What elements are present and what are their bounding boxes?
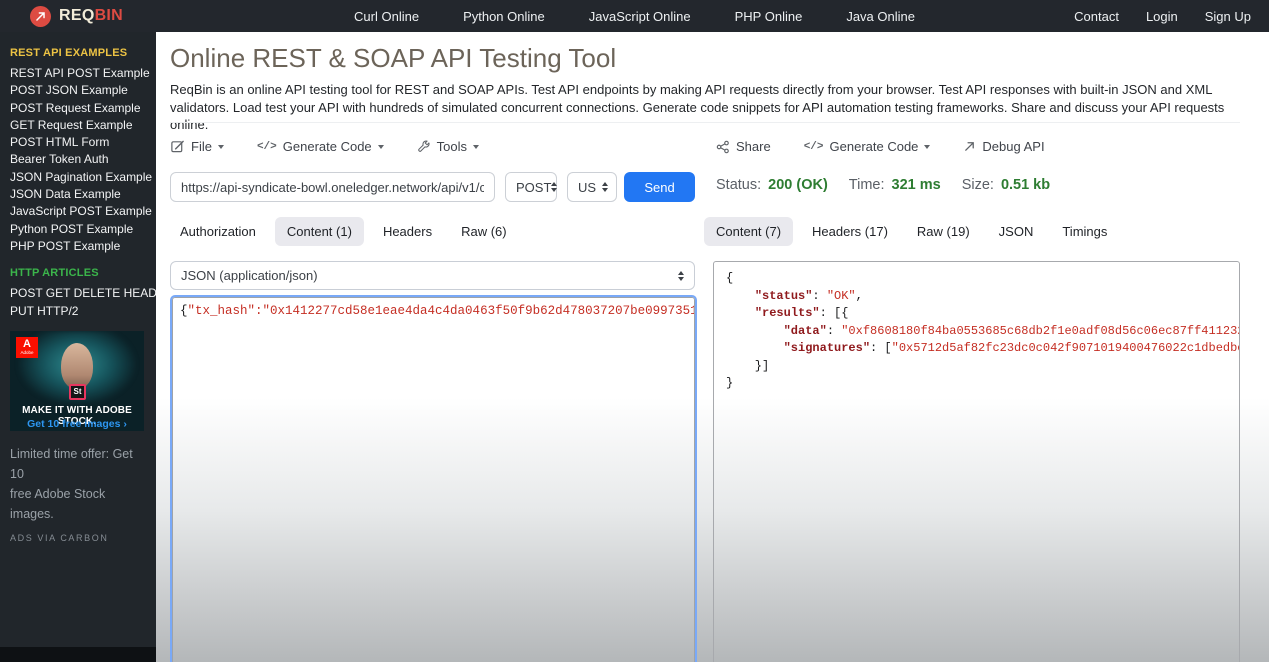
nav-link-java-online[interactable]: Java Online — [846, 9, 915, 24]
nav-link-python-online[interactable]: Python Online — [463, 9, 545, 24]
sidebar-item-json-data-example[interactable]: JSON Data Example — [10, 186, 150, 203]
top-navigation-bar: REQBIN Curl Online Python Online JavaScr… — [0, 0, 1269, 32]
tab-content-request[interactable]: Content (1) — [274, 217, 364, 246]
sidebar-item-php-post-example[interactable]: PHP POST Example — [10, 238, 150, 255]
chevron-down-icon — [377, 145, 384, 149]
adobe-logo-icon: A Adobe — [16, 336, 38, 358]
response-content-box[interactable]: { "status": "OK", "results": [{ "data": … — [713, 261, 1240, 662]
sidebar-item-python-post-example[interactable]: Python POST Example — [10, 221, 150, 238]
tab-content-response[interactable]: Content (7) — [704, 217, 794, 246]
select-updown-icon — [602, 182, 608, 192]
time-value: 321 ms — [891, 177, 941, 193]
sidebar-item-put-http2[interactable]: PUT HTTP/2 — [10, 303, 150, 320]
sidebar-footer-strip — [0, 647, 156, 662]
sidebar-heading-rest-api-examples: REST API EXAMPLES — [10, 47, 128, 59]
request-tabs: Authorization Content (1) Headers Raw (6… — [170, 217, 517, 246]
tab-headers-response[interactable]: Headers (17) — [802, 217, 898, 246]
nav-link-signup[interactable]: Sign Up — [1205, 9, 1251, 24]
ad-cta-link[interactable]: Get 10 free images › — [10, 418, 144, 430]
tab-timings-response[interactable]: Timings — [1052, 217, 1117, 246]
reqbin-app: REQBIN Curl Online Python Online JavaScr… — [0, 0, 1269, 662]
debug-api-button[interactable]: Debug API — [963, 139, 1045, 154]
content-type-select[interactable]: JSON (application/json) — [170, 261, 695, 290]
time-label: Time: — [848, 177, 885, 193]
select-updown-icon — [678, 270, 684, 281]
chevron-down-icon — [924, 145, 931, 149]
sidebar: REST API EXAMPLES REST API POST Example … — [0, 32, 157, 662]
main-content: Online REST & SOAP API Testing Tool ReqB… — [156, 32, 1269, 662]
nav-link-curl-online[interactable]: Curl Online — [354, 9, 419, 24]
code-icon: </> — [256, 140, 277, 153]
nav-link-contact[interactable]: Contact — [1074, 9, 1119, 24]
tab-headers-request[interactable]: Headers — [373, 217, 442, 246]
select-updown-icon — [551, 182, 558, 192]
size-value: 0.51 kb — [1000, 177, 1051, 193]
page-description: ReqBin is an online API testing tool for… — [170, 82, 1225, 132]
arrow-up-right-icon — [965, 142, 975, 151]
sidebar-item-post-json-example[interactable]: POST JSON Example — [10, 82, 150, 99]
tab-raw-request[interactable]: Raw (6) — [451, 217, 517, 246]
share-button[interactable]: Share — [716, 139, 771, 154]
ads-via-carbon-label[interactable]: ADS VIA CARBON — [10, 533, 150, 543]
sidebar-item-javascript-post-example[interactable]: JavaScript POST Example — [10, 203, 152, 220]
tab-json-response[interactable]: JSON — [989, 217, 1044, 246]
sidebar-item-post-html-form[interactable]: POST HTML Form — [10, 134, 150, 151]
page-title: Online REST & SOAP API Testing Tool — [170, 43, 617, 73]
sidebar-heading-http-articles: HTTP ARTICLES — [10, 267, 99, 280]
chevron-down-icon — [217, 145, 224, 149]
sidebar-item-json-pagination-example[interactable]: JSON Pagination Example — [10, 169, 152, 186]
send-button[interactable]: Send — [624, 172, 695, 202]
method-select[interactable]: POST — [505, 172, 558, 202]
ad-caption[interactable]: Limited time offer: Get 10 free Adobe St… — [10, 444, 148, 524]
sidebar-item-bearer-token-auth[interactable]: Bearer Token Auth — [10, 151, 150, 168]
nav-right-links: Contact Login Sign Up — [1074, 0, 1251, 32]
tools-menu-button[interactable]: Tools — [417, 139, 480, 154]
sidebar-item-get-request-example[interactable]: GET Request Example — [10, 117, 150, 134]
sidebar-item-post-request-example[interactable]: POST Request Example — [10, 100, 150, 117]
nav-link-javascript-online[interactable]: JavaScript Online — [589, 9, 691, 24]
response-status-row: Status: 200 (OK) Time: 321 ms Size: 0.51 kb — [716, 177, 1050, 193]
region-select[interactable]: US — [567, 172, 617, 202]
tab-raw-response[interactable]: Raw (19) — [907, 217, 980, 246]
ad-image-face — [61, 342, 93, 389]
sidebar-item-rest-api-post-example[interactable]: REST API POST Example — [10, 65, 150, 82]
adobe-stock-st-badge-icon: St — [69, 383, 86, 400]
file-edit-icon — [171, 140, 184, 153]
request-url-row: POST US Send — [170, 172, 695, 202]
share-icon — [716, 140, 729, 153]
status-label: Status: — [716, 177, 762, 193]
generate-code-menu-button-response[interactable]: </> Generate Code — [804, 139, 931, 154]
adobe-stock-ad-banner[interactable]: A Adobe St MAKE IT WITH ADOBE STOCK. Get… — [10, 330, 144, 431]
tab-authorization[interactable]: Authorization — [170, 217, 266, 246]
divider — [170, 122, 1240, 123]
response-toolbar: Share </> Generate Code Debug API — [716, 139, 1045, 154]
sidebar-item-post-get-delete-head[interactable]: POST GET DELETE HEAD — [10, 285, 157, 302]
status-value: 200 (OK) — [768, 177, 828, 193]
response-tabs: Content (7) Headers (17) Raw (19) JSON T… — [704, 217, 1117, 246]
nav-link-php-online[interactable]: PHP Online — [735, 9, 803, 24]
generate-code-menu-button[interactable]: </> Generate Code — [257, 139, 384, 154]
url-input[interactable] — [170, 172, 495, 202]
size-label: Size: — [961, 177, 994, 193]
wrench-icon — [417, 140, 430, 152]
chevron-down-icon — [473, 145, 480, 149]
request-body-editor[interactable]: {"tx_hash":"0x1412277cd58e1eae4da4c4da04… — [170, 295, 697, 662]
nav-link-login[interactable]: Login — [1146, 9, 1178, 24]
code-icon: </> — [803, 140, 824, 153]
file-menu-button[interactable]: File — [170, 139, 224, 154]
request-toolbar: File </> Generate Code Tools — [170, 139, 480, 154]
